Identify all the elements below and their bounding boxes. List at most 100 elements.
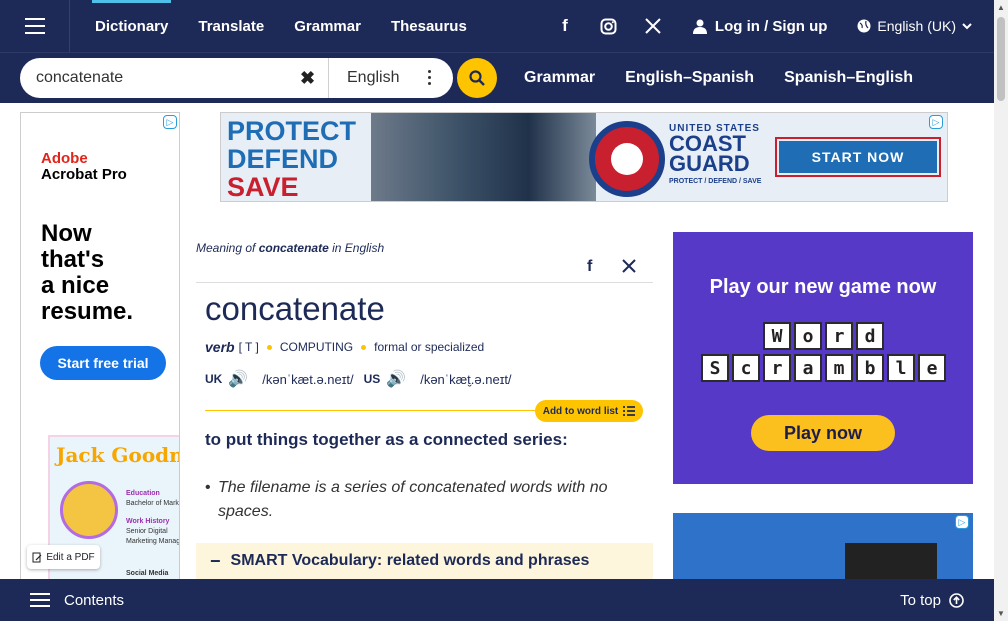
link-grammar[interactable]: Grammar — [509, 69, 610, 87]
section-rule — [205, 410, 539, 411]
resume-line: Education — [126, 490, 160, 497]
letter-tile: a — [794, 354, 822, 382]
bottom-bar: Contents To top — [0, 579, 994, 621]
ad-headline-line: resume. — [41, 298, 134, 325]
letter-tile: r — [825, 322, 853, 350]
bullet-dot — [361, 344, 367, 350]
ad-headline: Now that's a nice resume. — [41, 221, 133, 325]
part-of-speech[interactable]: verb — [205, 339, 235, 355]
link-english-spanish[interactable]: English–Spanish — [610, 69, 769, 87]
grammar-code[interactable]: [ T ] — [239, 340, 259, 354]
tab-grammar[interactable]: Grammar — [279, 0, 376, 52]
banner-headline: PROTECT DEFEND SAVE — [227, 117, 356, 201]
collapse-icon: − — [210, 550, 221, 571]
tab-translate[interactable]: Translate — [183, 0, 279, 52]
language-selector[interactable]: English (UK) — [857, 18, 972, 34]
ad-choices-icon[interactable]: ▷ — [929, 115, 943, 129]
banner-line: SAVE — [227, 172, 299, 202]
menu-button[interactable] — [0, 0, 70, 52]
search-icon — [469, 70, 485, 86]
resume-photo — [60, 481, 118, 539]
facebook-icon[interactable]: f — [543, 0, 587, 52]
resume-line: Marketing Manager — [126, 538, 180, 545]
add-to-word-list-button[interactable]: Add to word list — [535, 400, 643, 422]
ad-choices-icon[interactable]: ▷ — [955, 515, 969, 529]
scroll-up-icon[interactable]: ▲ — [997, 3, 1005, 12]
speaker-uk-icon[interactable]: 🔊 — [228, 369, 248, 389]
coast-guard-logo: UNITED STATES COAST GUARD PROTECT / DEFE… — [669, 123, 761, 185]
letter-tile: r — [763, 354, 791, 382]
x-twitter-icon[interactable] — [631, 0, 675, 52]
register-label: formal or specialized — [374, 340, 485, 354]
letter-tile: b — [856, 354, 884, 382]
us-label: US — [363, 372, 381, 386]
ad-brand-line1: Adobe — [41, 150, 88, 167]
ad-headline-line: Now — [41, 220, 92, 247]
more-options-icon[interactable] — [428, 70, 431, 85]
coast-guard-seal-icon — [589, 121, 665, 197]
resume-line: Bachelor of Marketing — [126, 500, 179, 507]
scrollbar-thumb[interactable] — [997, 17, 1005, 101]
add-to-list-label: Add to word list — [542, 405, 619, 417]
pc-tower-image — [845, 543, 937, 583]
instagram-icon[interactable] — [587, 0, 631, 52]
search-input[interactable] — [36, 69, 296, 87]
contents-button[interactable]: Contents — [30, 592, 124, 609]
bullet-dot — [266, 344, 272, 350]
share-facebook-icon[interactable]: f — [587, 258, 592, 276]
tab-dictionary[interactable]: Dictionary — [80, 0, 183, 52]
start-trial-button[interactable]: Start free trial — [40, 346, 166, 380]
clear-search-icon[interactable]: ✖ — [300, 68, 315, 89]
language-label: English (UK) — [877, 18, 956, 34]
menu-icon — [30, 593, 50, 607]
top-nav: Dictionary Translate Grammar Thesaurus f… — [0, 0, 994, 52]
main-tabs: Dictionary Translate Grammar Thesaurus — [80, 0, 482, 52]
login-link[interactable]: Log in / Sign up — [692, 18, 827, 35]
globe-icon — [857, 19, 871, 33]
scroll-down-icon[interactable]: ▼ — [997, 609, 1005, 618]
to-top-button[interactable]: To top — [900, 592, 964, 609]
resume-title: Jack Goodn — [56, 443, 180, 467]
resume-line: Work History — [126, 518, 170, 525]
edit-pdf-button[interactable]: Edit a PDF — [27, 545, 100, 569]
share-x-icon[interactable] — [622, 259, 636, 278]
chevron-down-icon — [962, 22, 972, 29]
resume-line: Senior Digital — [126, 528, 168, 535]
smart-vocabulary-toggle[interactable]: − SMART Vocabulary: related words and ph… — [196, 543, 653, 579]
search-box: ✖ English — [20, 58, 453, 98]
game-ad-title: Play our new game now — [709, 276, 937, 298]
meaning-suffix: in English — [332, 241, 385, 255]
ad-headline-line: that's — [41, 246, 105, 273]
uk-ipa: /kənˈkæt.ə.neɪt/ — [262, 371, 354, 387]
dictionary-selector[interactable]: English — [328, 58, 453, 98]
search-row: ✖ English Grammar English–Spanish Spanis… — [0, 52, 994, 103]
org-big: GUARD — [669, 151, 750, 176]
play-now-button[interactable]: Play now — [751, 415, 895, 451]
edit-pdf-label: Edit a PDF — [46, 551, 95, 563]
link-spanish-english[interactable]: Spanish–English — [769, 69, 928, 87]
search-button[interactable] — [457, 58, 497, 98]
tab-thesaurus[interactable]: Thesaurus — [376, 0, 482, 52]
page-scrollbar[interactable]: ▲ ▼ — [994, 0, 1008, 621]
to-top-label: To top — [900, 591, 941, 609]
game-ad[interactable]: Play our new game now W o r d S c r a m … — [673, 232, 973, 484]
meaning-word: concatenate — [258, 241, 329, 255]
banner-photo — [371, 113, 596, 201]
computer-ad[interactable]: ▷ — [673, 513, 973, 583]
start-now-button[interactable]: START NOW — [775, 137, 941, 177]
user-icon — [692, 19, 707, 34]
org-tagline: PROTECT / DEFEND / SAVE — [669, 178, 762, 185]
meaning-line: Meaning of concatenate in English — [196, 241, 384, 255]
letter-tile: W — [763, 322, 791, 350]
banner-ad[interactable]: PROTECT DEFEND SAVE UNITED STATES COAST … — [220, 112, 948, 202]
meaning-prefix: Meaning of — [196, 241, 256, 255]
letter-tile: d — [856, 322, 884, 350]
ad-choices-icon[interactable]: ▷ — [163, 115, 177, 129]
definition: to put things together as a connected se… — [205, 430, 568, 449]
pronunciation: UK 🔊 /kənˈkæt.ə.neɪt/ US 🔊 /kənˈkæt̬.ə.n… — [205, 369, 512, 389]
us-ipa: /kənˈkæt̬.ə.neɪt/ — [420, 371, 512, 387]
left-ad[interactable]: ▷ Adobe Acrobat Pro Now that's a nice re… — [20, 112, 180, 582]
smart-vocabulary-label: SMART Vocabulary: related words and phra… — [230, 552, 590, 569]
letter-tile: c — [732, 354, 760, 382]
speaker-us-icon[interactable]: 🔊 — [386, 369, 406, 389]
